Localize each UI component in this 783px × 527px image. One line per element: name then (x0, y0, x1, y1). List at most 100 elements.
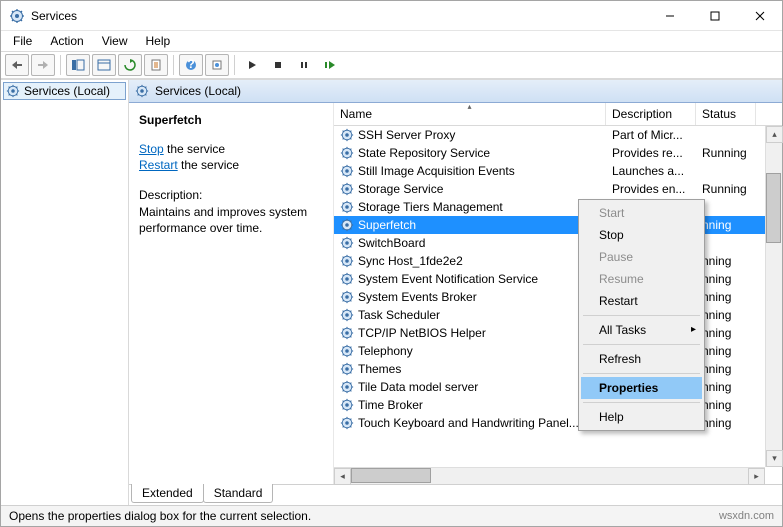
back-button[interactable] (5, 54, 29, 76)
service-status-cell: Running (696, 182, 756, 196)
service-name-cell: TCP/IP NetBIOS Helper (334, 326, 606, 340)
col-header-status[interactable]: Status (696, 103, 756, 125)
tab-standard[interactable]: Standard (203, 484, 274, 503)
menu-action[interactable]: Action (42, 32, 91, 50)
help-topics-button[interactable] (205, 54, 229, 76)
close-button[interactable] (737, 1, 782, 30)
service-row[interactable]: SwitchBoard (334, 234, 782, 252)
service-name-cell: Storage Service (334, 182, 606, 196)
scroll-thumb[interactable] (766, 173, 781, 243)
service-row[interactable]: Telephony nning (334, 342, 782, 360)
chevron-right-icon: ▸ (691, 324, 696, 335)
scroll-thumb[interactable] (351, 468, 431, 483)
horizontal-scrollbar[interactable]: ◂ ▸ (334, 467, 765, 484)
stop-suffix: the service (164, 142, 225, 156)
service-name-cell: Sync Host_1fde2e2 (334, 254, 606, 268)
maximize-button[interactable] (692, 1, 737, 30)
gear-icon (340, 182, 354, 196)
gear-icon (340, 416, 354, 430)
ctx-refresh[interactable]: Refresh (581, 348, 702, 370)
gear-icon (340, 236, 354, 250)
service-name-cell: SSH Server Proxy (334, 128, 606, 142)
toolbar-separator (234, 55, 235, 75)
service-status-cell: nning (696, 272, 756, 286)
watermark: wsxdn.com (719, 510, 774, 522)
menu-view[interactable]: View (94, 32, 136, 50)
help-button[interactable]: ? (179, 54, 203, 76)
service-row[interactable]: Storage ServiceProvides en...Running (334, 180, 782, 198)
stop-service-button[interactable] (266, 54, 290, 76)
selected-service-name: Superfetch (139, 113, 327, 127)
scroll-down-button[interactable]: ▾ (766, 450, 783, 467)
vertical-scrollbar[interactable]: ▴ ▾ (765, 126, 782, 467)
scroll-track[interactable] (766, 143, 782, 450)
gear-icon (340, 146, 354, 160)
ctx-properties[interactable]: Properties (581, 377, 702, 399)
properties-button[interactable] (144, 54, 168, 76)
service-row[interactable]: System Events Brokernning (334, 288, 782, 306)
ctx-help[interactable]: Help (581, 406, 702, 428)
service-row[interactable]: Superfetchnning (334, 216, 782, 234)
export-list-button[interactable] (92, 54, 116, 76)
service-status-cell: nning (696, 416, 756, 430)
service-name-cell: Time Broker (334, 398, 606, 412)
gear-icon (340, 362, 354, 376)
ctx-stop[interactable]: Stop (581, 224, 702, 246)
ctx-restart[interactable]: Restart (581, 290, 702, 312)
status-bar: Opens the properties dialog box for the … (1, 505, 782, 526)
details-pane: Superfetch Stop the service Restart the … (129, 103, 334, 484)
refresh-button[interactable] (118, 54, 142, 76)
service-row[interactable]: System Event Notification Servicenning (334, 270, 782, 288)
service-row[interactable]: Still Image Acquisition EventsLaunches a… (334, 162, 782, 180)
restart-suffix: the service (178, 158, 239, 172)
pause-service-button[interactable] (292, 54, 316, 76)
service-status-cell: Running (696, 146, 756, 160)
ctx-separator (583, 315, 700, 316)
show-hide-tree-button[interactable] (66, 54, 90, 76)
gear-icon (340, 398, 354, 412)
service-status-cell: nning (696, 308, 756, 322)
service-name-cell: SwitchBoard (334, 236, 606, 250)
restart-link[interactable]: Restart (139, 158, 178, 172)
scroll-up-button[interactable]: ▴ (766, 126, 783, 143)
service-list[interactable]: SSH Server ProxyPart of Micr...State Rep… (334, 126, 782, 484)
ctx-resume: Resume (581, 268, 702, 290)
service-row[interactable]: Themesnning (334, 360, 782, 378)
gear-icon (340, 272, 354, 286)
menu-help[interactable]: Help (138, 32, 179, 50)
service-name-cell: Telephony (334, 344, 606, 358)
restart-service-button[interactable] (318, 54, 342, 76)
scroll-track[interactable] (351, 468, 748, 484)
service-row[interactable]: Sync Host_1fde2e2nning (334, 252, 782, 270)
menu-file[interactable]: File (5, 32, 40, 50)
scroll-right-button[interactable]: ▸ (748, 468, 765, 485)
service-row[interactable]: Storage Tiers ManagementOptimizes t... (334, 198, 782, 216)
service-status-cell: nning (696, 218, 756, 232)
service-name-cell: Tile Data model server (334, 380, 606, 394)
service-row[interactable]: Task Schedulernning (334, 306, 782, 324)
service-row[interactable]: TCP/IP NetBIOS Helpernning (334, 324, 782, 342)
service-status-cell: nning (696, 362, 756, 376)
scroll-left-button[interactable]: ◂ (334, 468, 351, 485)
service-row[interactable]: Touch Keyboard and Handwriting Panel...n… (334, 414, 782, 432)
console-tree[interactable]: Services (Local) (1, 80, 129, 505)
start-service-button[interactable] (240, 54, 264, 76)
col-header-name[interactable]: Name▴ (334, 103, 606, 125)
col-header-description[interactable]: Description (606, 103, 696, 125)
service-row[interactable]: Tile Data model servernning (334, 378, 782, 396)
tree-root-services-local[interactable]: Services (Local) (3, 82, 126, 100)
service-row[interactable]: Time Brokernning (334, 396, 782, 414)
gear-icon (340, 128, 354, 142)
context-menu: Start Stop Pause Resume Restart All Task… (578, 199, 705, 431)
service-row[interactable]: SSH Server ProxyPart of Micr... (334, 126, 782, 144)
service-row[interactable]: State Repository ServiceProvides re...Ru… (334, 144, 782, 162)
forward-button[interactable] (31, 54, 55, 76)
stop-link[interactable]: Stop (139, 142, 164, 156)
tab-extended[interactable]: Extended (131, 484, 204, 503)
minimize-button[interactable] (647, 1, 692, 30)
service-desc-cell: Part of Micr... (606, 128, 696, 142)
service-status-cell: nning (696, 344, 756, 358)
gear-icon (340, 164, 354, 178)
ctx-all-tasks[interactable]: All Tasks▸ (581, 319, 702, 341)
svg-text:?: ? (187, 59, 194, 71)
